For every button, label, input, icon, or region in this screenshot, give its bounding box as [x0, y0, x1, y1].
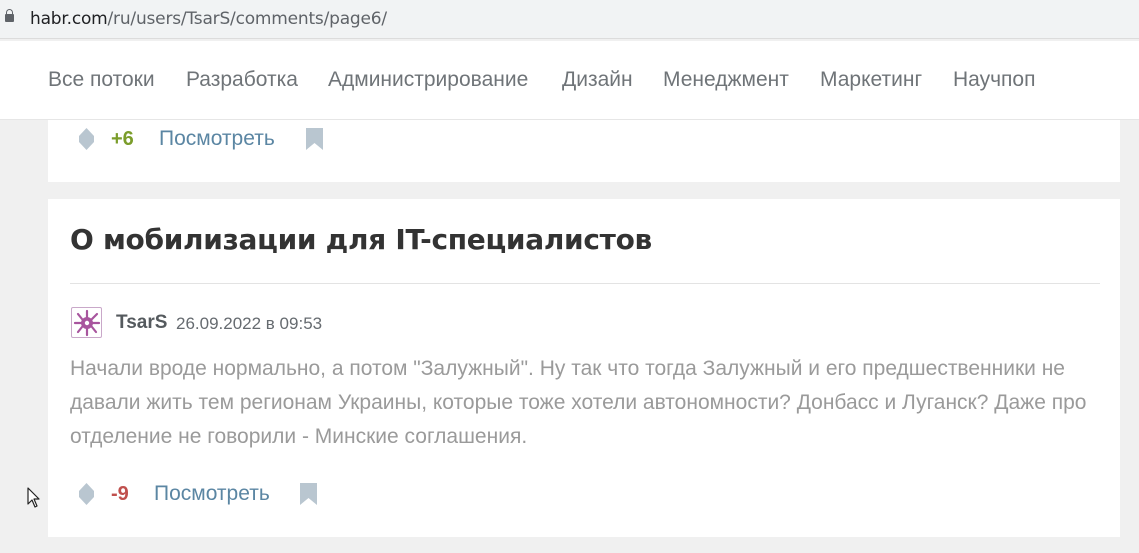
- nav-item-popsci[interactable]: Научпоп: [953, 68, 1035, 92]
- comment-date: 26.09.2022 в 09:53: [176, 314, 323, 333]
- author-name[interactable]: TsarS: [116, 312, 167, 334]
- nav-item-all-flows[interactable]: Все потоки: [48, 68, 155, 92]
- vote-icon[interactable]: [79, 128, 94, 150]
- nav-item-design[interactable]: Дизайн: [562, 68, 633, 92]
- vote-icon[interactable]: [79, 483, 94, 505]
- comment-text: Начали вроде нормально, а потом "Залужны…: [70, 357, 1087, 448]
- divider: [70, 283, 1100, 284]
- nav-item-marketing[interactable]: Маркетинг: [820, 68, 922, 92]
- post-title[interactable]: О мобилизации для IT-специалистов: [70, 223, 652, 256]
- bookmark-icon[interactable]: [306, 128, 323, 150]
- url-host: habr.com: [30, 9, 108, 29]
- comment-card: О мобилизации для IT-специалистов TsarS …: [48, 199, 1120, 537]
- avatar[interactable]: [71, 307, 102, 338]
- nav-item-management[interactable]: Менеджмент: [663, 68, 789, 92]
- nav-item-development[interactable]: Разработка: [186, 68, 298, 92]
- comment-score: +6: [111, 128, 134, 150]
- view-comment-link[interactable]: Посмотреть: [159, 127, 275, 151]
- bookmark-icon[interactable]: [300, 483, 317, 505]
- url-text[interactable]: habr.com/ru/users/TsarS/comments/page6/: [30, 9, 387, 29]
- flows-nav: Все потоки Разработка Администрирование …: [0, 41, 1139, 120]
- mouse-cursor-icon: [27, 487, 40, 508]
- comment-card: +6 Посмотреть: [48, 120, 1120, 182]
- browser-address-bar[interactable]: habr.com/ru/users/TsarS/comments/page6/: [0, 0, 1139, 39]
- comment-score: -9: [111, 483, 129, 505]
- lock-icon[interactable]: [5, 9, 14, 22]
- view-comment-link[interactable]: Посмотреть: [154, 482, 270, 506]
- url-path: /ru/users/TsarS/comments/page6/: [107, 9, 388, 29]
- avatar-image: [73, 309, 101, 337]
- nav-item-administration[interactable]: Администрирование: [328, 68, 528, 92]
